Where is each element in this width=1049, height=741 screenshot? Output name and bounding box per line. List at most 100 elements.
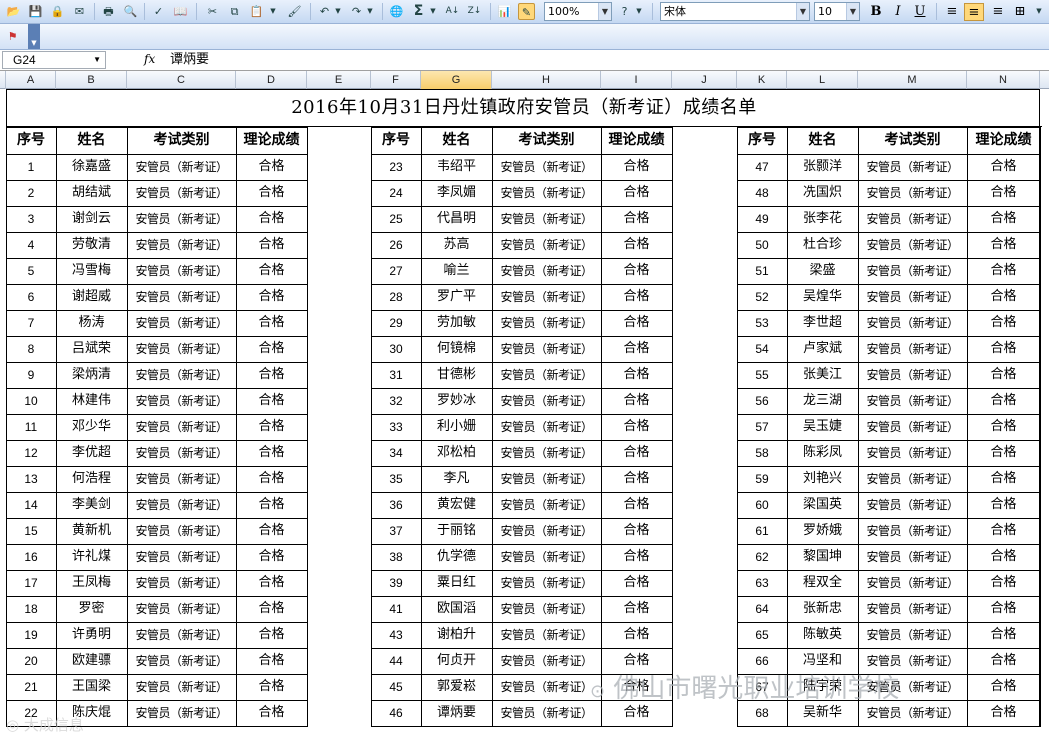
category-cell: 安管员（新考证）: [500, 602, 593, 616]
merge-center-icon[interactable]: ⊞: [1010, 3, 1030, 21]
category-cell: 安管员（新考证）: [500, 394, 593, 408]
score-cell: 合格: [990, 211, 1017, 226]
seq-cell: 17: [24, 576, 38, 590]
column-header-h[interactable]: H: [492, 71, 601, 89]
seq-cell: 45: [389, 680, 403, 694]
name-cell: 罗广平: [436, 289, 476, 304]
zoom-select[interactable]: 100% ▼: [544, 2, 612, 21]
seq-cell: 16: [24, 550, 38, 564]
underline-button[interactable]: U: [910, 3, 930, 21]
email-icon[interactable]: ✉: [71, 3, 88, 20]
worksheet-grid[interactable]: 2016年10月31日丹灶镇政府安管员（新考证）成绩名单 序号 姓名 考试类别 理论成…: [0, 89, 1049, 741]
score-cell: 合格: [990, 471, 1017, 486]
formatting-options-dropdown[interactable]: ▼: [1034, 3, 1044, 20]
score-cell: 合格: [623, 289, 650, 304]
seq-cell: 43: [389, 628, 403, 642]
category-cell: 安管员（新考证）: [500, 368, 593, 382]
research-icon[interactable]: 📖: [172, 3, 189, 20]
name-cell: 劳敬清: [71, 237, 111, 252]
autosum-icon[interactable]: Σ: [410, 3, 427, 20]
seq-cell: 63: [755, 576, 769, 590]
autosum-dropdown[interactable]: ▼: [428, 3, 438, 20]
cut-icon[interactable]: ✂: [204, 3, 221, 20]
score-cell: 合格: [623, 419, 650, 434]
seq-cell: 53: [755, 316, 769, 330]
column-header-d[interactable]: D: [236, 71, 307, 89]
open-icon[interactable]: 📂: [5, 3, 22, 20]
copy-icon[interactable]: ⧉: [226, 3, 243, 20]
score-cell: 合格: [258, 237, 285, 252]
category-cell: 安管员（新考证）: [135, 290, 228, 304]
column-header-g[interactable]: G: [421, 71, 492, 89]
align-center-icon[interactable]: ≡: [964, 3, 984, 21]
column-header-n[interactable]: N: [967, 71, 1040, 89]
seq-cell: 37: [389, 524, 403, 538]
hyperlink-icon[interactable]: 🌐: [388, 3, 405, 20]
category-cell: 安管员（新考证）: [866, 420, 959, 434]
score-cell: 合格: [258, 289, 285, 304]
redo-icon[interactable]: ↷: [348, 3, 365, 20]
print-icon[interactable]: 🖶: [100, 3, 117, 20]
name-cell: 甘德彬: [436, 367, 476, 382]
column-header-a[interactable]: A: [6, 71, 56, 89]
toolbar-options-dropdown[interactable]: ▼: [634, 3, 644, 20]
sort-ascending-icon[interactable]: A↓: [444, 3, 461, 20]
bold-button[interactable]: B: [866, 3, 886, 21]
pdf-icon[interactable]: ⚑: [4, 28, 21, 45]
paste-icon[interactable]: 📋: [248, 3, 265, 20]
undo-icon[interactable]: ↶: [316, 3, 333, 20]
column-header-b[interactable]: B: [56, 71, 127, 89]
name-cell: 李美剑: [71, 497, 111, 512]
drawing-icon[interactable]: ✎: [518, 3, 535, 20]
seq-cell: 60: [755, 498, 769, 512]
category-cell: 安管员（新考证）: [866, 576, 959, 590]
column-header-m[interactable]: M: [858, 71, 967, 89]
save-icon[interactable]: 💾: [27, 3, 44, 20]
font-size-select[interactable]: 10 ▼: [814, 2, 860, 21]
category-cell: 安管员（新考证）: [866, 290, 959, 304]
category-cell: 安管员（新考证）: [866, 602, 959, 616]
name-box[interactable]: G24 ▼: [2, 51, 106, 69]
grid-line: [672, 127, 673, 727]
name-cell: 王凤梅: [71, 575, 111, 590]
font-name-select[interactable]: 宋体 ▼: [660, 2, 810, 21]
category-cell: 安管员（新考证）: [500, 238, 593, 252]
column-header-e[interactable]: E: [307, 71, 371, 89]
sort-descending-icon[interactable]: Z↓: [466, 3, 483, 20]
toolbar-separator: [936, 3, 937, 20]
toolbar-options-dropdown[interactable]: ▼: [28, 24, 40, 49]
name-cell: 陆宇荣: [802, 679, 842, 694]
category-cell: 安管员（新考证）: [866, 524, 959, 538]
column-header-f[interactable]: F: [371, 71, 421, 89]
column-header-l[interactable]: L: [787, 71, 858, 89]
column-header-c[interactable]: C: [127, 71, 236, 89]
seq-cell: 64: [755, 602, 769, 616]
paste-options-dropdown[interactable]: ▼: [268, 3, 278, 20]
spelling-icon[interactable]: ✓: [150, 3, 167, 20]
function-icon[interactable]: fx: [144, 52, 155, 66]
print-preview-icon[interactable]: 🔍: [122, 3, 139, 20]
format-painter-icon[interactable]: 🖌: [286, 3, 303, 20]
header-cell: 序号: [382, 132, 410, 148]
undo-dropdown[interactable]: ▼: [333, 3, 343, 20]
align-right-icon[interactable]: ≡: [988, 3, 1008, 21]
category-cell: 安管员（新考证）: [500, 446, 593, 460]
column-header-i[interactable]: I: [601, 71, 672, 89]
name-cell: 于丽铭: [436, 523, 476, 538]
name-cell: 梁国英: [802, 497, 842, 512]
help-icon[interactable]: ?: [616, 3, 633, 20]
category-cell: 安管员（新考证）: [866, 368, 959, 382]
header-cell: 姓名: [808, 132, 837, 148]
permission-icon[interactable]: 🔒: [49, 3, 66, 20]
toolbar-separator: [490, 3, 491, 20]
redo-dropdown[interactable]: ▼: [365, 3, 375, 20]
score-cell: 合格: [623, 575, 650, 590]
formula-input[interactable]: 谭炳要: [170, 51, 209, 69]
column-header-k[interactable]: K: [737, 71, 787, 89]
seq-cell: 2: [27, 186, 35, 200]
score-cell: 合格: [258, 705, 285, 720]
align-left-icon[interactable]: ≡: [942, 3, 962, 21]
column-header-j[interactable]: J: [672, 71, 737, 89]
italic-button[interactable]: I: [888, 3, 908, 21]
chart-wizard-icon[interactable]: 📊: [496, 3, 513, 20]
